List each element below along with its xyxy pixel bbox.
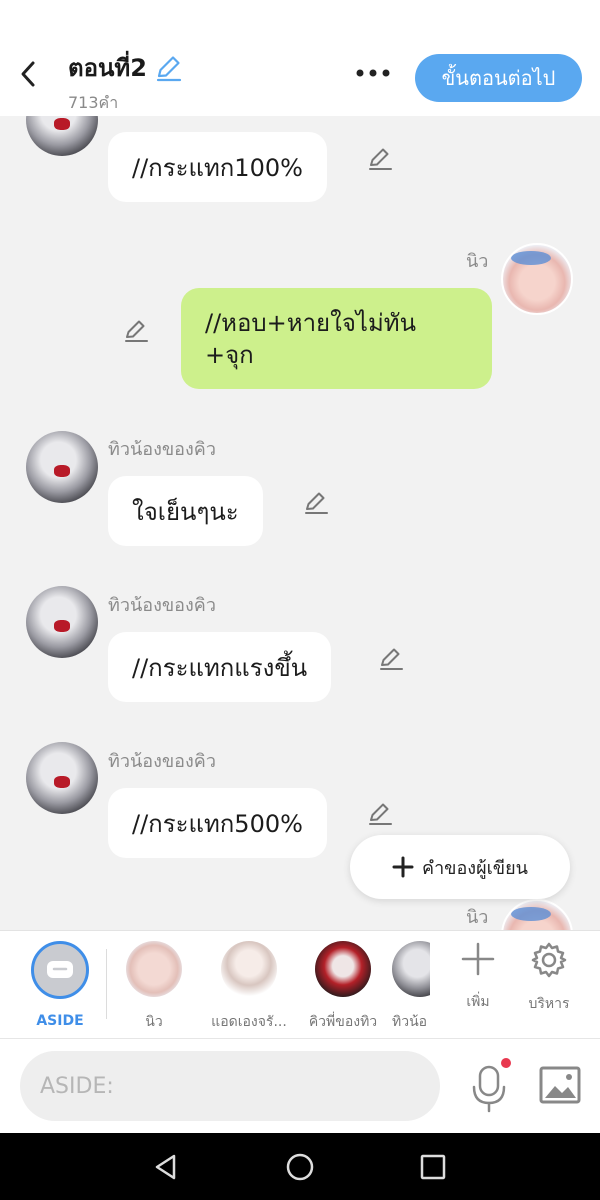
sender-name: ทิวน้องของคิว [108, 439, 216, 460]
avatar[interactable] [26, 742, 98, 814]
nav-recents-button[interactable] [413, 1147, 453, 1187]
manage-label: บริหาร [528, 996, 570, 1012]
message-bubble[interactable]: //กระแทก500% [108, 788, 327, 858]
back-button[interactable] [8, 52, 48, 96]
edit-message-icon[interactable] [302, 488, 330, 516]
microphone-icon [472, 1058, 511, 1113]
episode-title-text: ตอนที่2 [68, 54, 147, 82]
edit-message-icon[interactable] [366, 144, 394, 172]
sender-name: ทิวน้องของคิว [108, 751, 216, 772]
edit-message-icon[interactable] [122, 316, 150, 344]
character-niw[interactable]: นิว [114, 941, 194, 1033]
character-admin[interactable]: แอดเองจรั... [204, 941, 294, 1033]
status-bar [0, 0, 600, 40]
circle-home-icon [286, 1153, 314, 1181]
character-tiw[interactable]: ทิวน้อ [392, 941, 430, 1033]
manage-button[interactable]: บริหาร [514, 941, 584, 1015]
edit-message-icon[interactable] [377, 644, 405, 672]
avatar[interactable] [501, 899, 573, 930]
edit-title-icon[interactable] [153, 53, 183, 83]
message-input[interactable] [20, 1051, 440, 1121]
character-label: ทิวน้อ [392, 1014, 428, 1030]
more-dots-icon [356, 69, 390, 77]
nav-home-button[interactable] [280, 1147, 320, 1187]
chevron-left-icon [21, 61, 35, 87]
message-bubble[interactable]: ใจเย็นๆนะ [108, 476, 263, 546]
character-kiw[interactable]: คิวพี่ของทิว [298, 941, 388, 1033]
character-bar: ASIDE นิว แอดเองจรั... คิวพี่ของทิว ทิวน… [0, 930, 600, 1038]
triangle-back-icon [155, 1154, 176, 1180]
author-note-label: คำของผู้เขียน [422, 857, 528, 879]
avatar[interactable] [26, 116, 98, 156]
avatar[interactable] [26, 586, 98, 658]
character-label: แอดเองจรั... [211, 1014, 287, 1030]
chat-bubble-icon [47, 961, 73, 978]
chat-area[interactable]: //กระแทก100% นิว //หอบ+หายใจไม่ทัน +จุก … [0, 116, 600, 930]
sender-name: นิว [466, 907, 489, 928]
sender-name: นิว [466, 251, 489, 272]
system-nav-bar [0, 1133, 600, 1200]
character-label: คิวพี่ของทิว [308, 1014, 378, 1030]
message-bubble[interactable]: //กระแทก100% [108, 132, 327, 202]
avatar[interactable] [501, 243, 573, 315]
my-message-bubble[interactable]: //หอบ+หายใจไม่ทัน +จุก [181, 288, 492, 389]
divider [106, 949, 107, 1019]
character-aside[interactable]: ASIDE [20, 941, 100, 1029]
author-note-button[interactable]: คำของผู้เขียน [350, 835, 570, 899]
episode-title[interactable]: ตอนที่2 [68, 48, 183, 87]
character-label: นิว [145, 1014, 163, 1030]
plus-icon [392, 856, 414, 878]
add-character-button[interactable]: เพิ่ม [443, 941, 513, 1013]
mic-button[interactable] [466, 1057, 512, 1117]
input-bar [0, 1038, 600, 1133]
sender-name: ทิวน้องของคิว [108, 595, 216, 616]
character-avatar [126, 941, 182, 997]
word-count: 713คำ [68, 93, 119, 112]
message-bubble[interactable]: //กระแทกแรงขึ้น [108, 632, 332, 702]
avatar[interactable] [26, 431, 98, 503]
image-icon [539, 1066, 581, 1104]
square-recents-icon [420, 1154, 446, 1180]
character-avatar [221, 941, 277, 997]
plus-icon [461, 942, 495, 976]
nav-back-button[interactable] [146, 1147, 186, 1187]
image-button[interactable] [538, 1063, 582, 1107]
aside-avatar [31, 941, 89, 999]
title-block: ตอนที่2 713คำ [68, 48, 183, 116]
edit-message-icon[interactable] [366, 799, 394, 827]
more-options-button[interactable] [350, 56, 396, 90]
character-avatar [315, 941, 371, 997]
add-label: เพิ่ม [466, 994, 490, 1010]
character-avatar [392, 941, 430, 997]
next-step-button[interactable]: ขั้นตอนต่อไป [415, 54, 582, 102]
header: ตอนที่2 713คำ ขั้นตอนต่อไป [0, 40, 600, 116]
gear-icon [531, 942, 567, 978]
character-label: ASIDE [36, 1013, 84, 1029]
